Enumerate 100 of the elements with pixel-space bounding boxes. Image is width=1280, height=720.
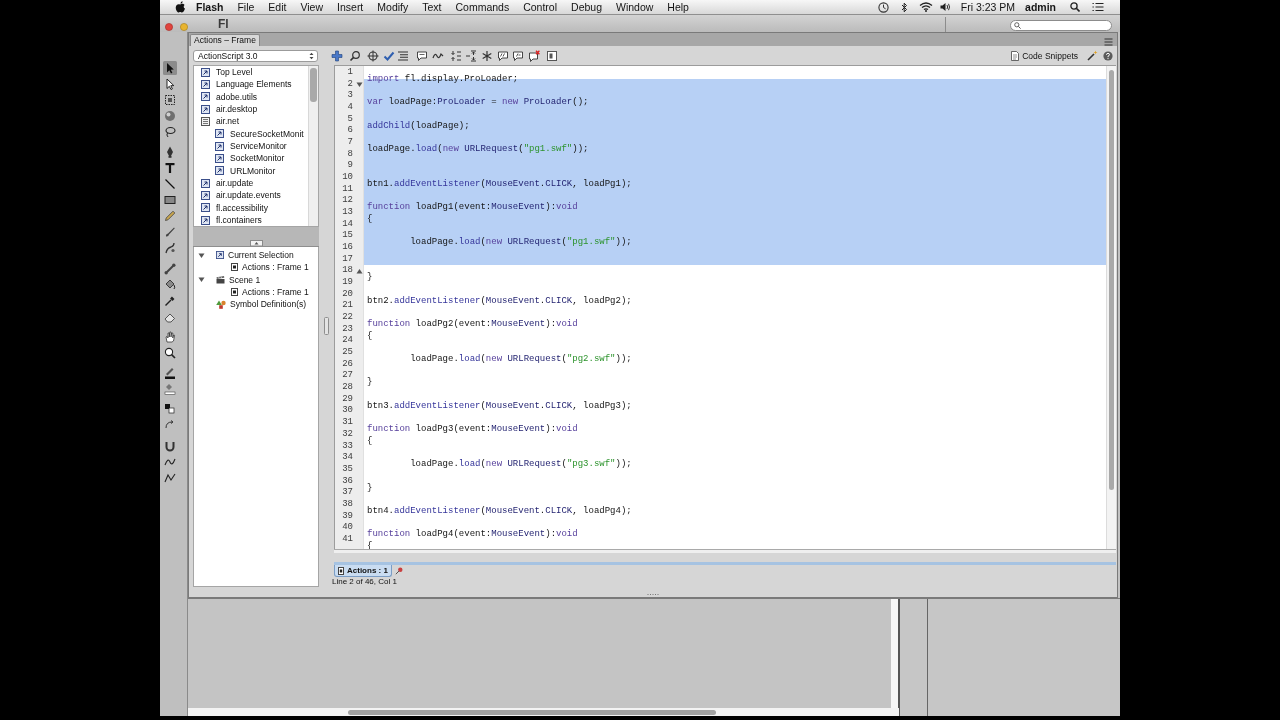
disclosure-triangle-icon[interactable] [198,251,205,259]
magnet-icon[interactable] [163,439,177,453]
plus-icon[interactable] [331,49,343,62]
toolbox-item[interactable]: URLMonitor [194,164,308,177]
align-lines-icon[interactable] [397,49,409,62]
menu-item[interactable]: File [230,0,262,14]
scrollbar-thumb[interactable] [310,68,317,102]
fill-color-icon[interactable] [163,382,177,396]
toolbox-item[interactable]: air.update [194,176,308,190]
checkmark-icon[interactable] [383,49,395,62]
comment-bubble-icon[interactable] [497,49,509,62]
bulleted-list-icon[interactable] [1092,2,1104,12]
stroke-color-icon[interactable] [163,366,177,380]
apple-icon[interactable] [175,0,186,14]
toolbox-item[interactable]: Top Level [194,66,308,79]
line-number: 35 [341,463,353,476]
lasso-icon[interactable] [163,125,177,139]
menu-item[interactable]: Edit [261,0,294,14]
up-down-arrows-icon [309,51,314,60]
clock-icon[interactable] [877,1,889,13]
panel-toggle-icon[interactable] [546,49,558,62]
navigator-item[interactable]: Symbol Definition(s) [194,298,318,311]
fold-triangle-icon[interactable] [356,267,363,275]
menu-item[interactable]: Commands [448,0,517,14]
arrows-apart-icon[interactable] [465,49,477,62]
menu-item[interactable]: Control [516,0,565,14]
panel-tab[interactable]: Actions – Frame [190,34,260,46]
toolbox-item[interactable]: adobe.utils [194,90,308,103]
search-icon[interactable] [349,49,361,62]
comment-remove-icon[interactable] [528,49,540,62]
navigator-item[interactable]: Actions : Frame 1 [194,285,318,299]
line-number: 33 [341,440,353,453]
speech-bubble-icon[interactable] [416,49,428,62]
menu-clock[interactable]: Fri 3:23 PM [960,0,1016,14]
hollow-arrow-pointer-icon[interactable] [163,77,177,91]
toolbox-item[interactable]: ServiceMonitor [194,139,308,153]
toolbox-item[interactable]: fl.accessibility [194,201,308,214]
language-dropdown[interactable]: ActionScript 3.0 [193,49,318,62]
menu-item[interactable]: Window [609,0,661,14]
fold-triangle-icon[interactable] [356,81,363,88]
zoom-icon[interactable] [163,346,177,360]
scrollbar-thumb[interactable] [1109,70,1114,490]
collapse-tab-icon[interactable] [249,240,263,246]
horizontal-scrollbar[interactable] [188,708,899,716]
vertical-scrollbar[interactable] [891,599,899,708]
navigator-item[interactable]: Current Selection [194,249,318,262]
code-snippets-button[interactable]: Code Snippets [1011,50,1078,61]
eyedropper-icon[interactable] [163,294,177,308]
magic-wand-icon[interactable] [1087,50,1098,61]
toolbox-item[interactable]: SocketMonitor [194,152,308,165]
speaker-icon[interactable] [939,2,951,12]
close-button[interactable] [165,23,173,31]
line-number: 6 [346,125,353,138]
rectangle-icon[interactable] [163,193,177,207]
scrollbar-thumb[interactable] [348,709,716,715]
script-tab[interactable]: Actions : 1 [334,565,392,577]
transform-box-icon[interactable] [163,93,177,107]
asterisk-icon[interactable] [481,49,493,62]
splitter-grip-icon[interactable] [324,317,329,335]
menu-item[interactable]: Text [415,0,449,14]
disclosure-triangle-icon[interactable] [198,276,205,284]
text-tool-icon[interactable] [163,161,177,175]
zigzag-icon[interactable] [163,471,177,485]
app-menu[interactable]: Flash [189,0,231,14]
line-number: 21 [341,300,353,313]
navigator-item[interactable]: Actions : Frame 1 [194,261,318,274]
help-icon[interactable] [1103,50,1113,61]
bone-icon[interactable] [163,262,177,276]
arrows-together-icon[interactable] [450,49,462,62]
menu-item[interactable]: Insert [330,0,371,14]
line-icon[interactable] [163,177,177,191]
navigator-item[interactable]: Scene 1 [194,273,318,286]
crosshair-icon[interactable] [367,49,379,62]
user-menu[interactable]: admin [1025,0,1056,14]
menu-item[interactable]: View [293,0,331,14]
comment-bubble-icon[interactable] [512,49,524,62]
toolbox-item[interactable]: fl.containers [194,213,308,226]
menu-item[interactable]: Debug [564,0,609,14]
code-line: } [367,272,373,285]
hand-icon[interactable] [163,330,177,344]
color-squares-icon[interactable] [163,402,177,416]
line-number: 14 [341,218,353,231]
menu-item[interactable]: Help [660,0,696,14]
toolbox-item[interactable]: air.net [194,115,308,128]
grip-dots-icon[interactable] [647,592,659,596]
search-field[interactable] [1010,20,1112,31]
search-icon[interactable] [1070,2,1080,12]
brush-icon[interactable] [163,225,177,239]
menu-item[interactable]: Modify [370,0,416,14]
paint-bucket-icon[interactable] [163,278,177,292]
bluetooth-icon[interactable] [900,1,908,13]
arrow-pointer-icon[interactable] [163,61,177,75]
toolbox-item[interactable]: SecureSocketMonit [194,127,308,140]
toolbox-item[interactable]: Language Elements [194,78,308,91]
toolbox-item[interactable]: air.desktop [194,103,308,116]
curly-brush-icon[interactable] [163,241,177,255]
toolbox-item[interactable]: air.update.events [194,189,308,202]
line-number: 4 [346,102,353,114]
wifi-icon[interactable] [918,2,933,12]
pin-icon[interactable] [394,567,403,575]
